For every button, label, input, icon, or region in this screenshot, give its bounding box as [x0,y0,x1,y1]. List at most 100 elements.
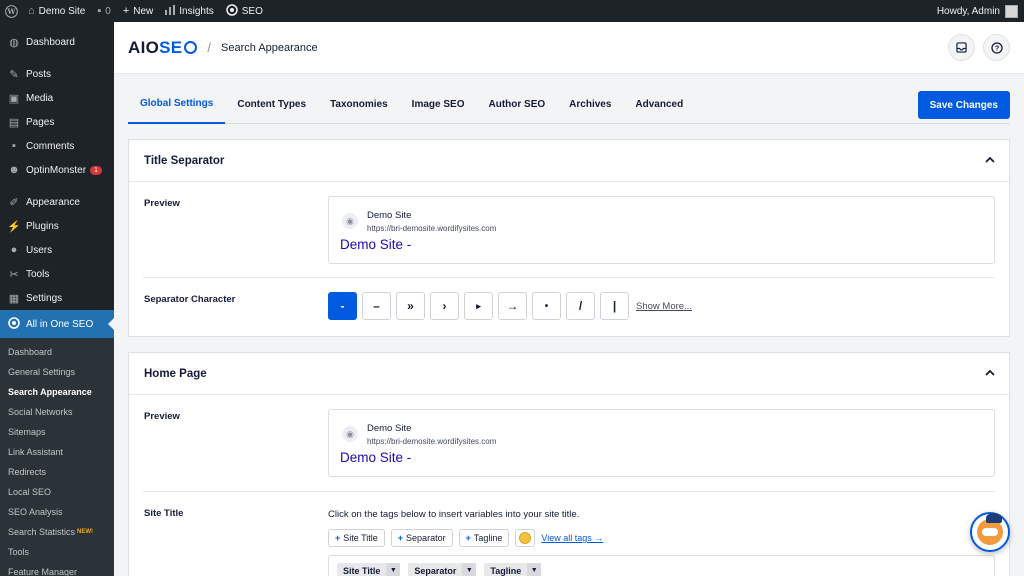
view-all-tags-link[interactable]: View all tags → [541,533,603,543]
submenu-search-statistics[interactable]: Search Statistics NEW! [0,522,114,542]
sidebar-item-label: Media [26,92,54,104]
notifications-button[interactable] [948,34,975,61]
separator-option-arrow[interactable]: → [498,292,527,320]
comment-icon: ▪ [12,140,16,152]
separator-option-double-angle[interactable]: » [396,292,425,320]
sidebar-item-settings[interactable]: ▦ Settings [0,286,114,310]
home-preview-row: Preview ◉ Demo Site https://bri-demosite… [143,395,995,492]
adminbar-comments-link[interactable]: ▪ 0 [91,0,116,22]
emoji-picker-button[interactable] [515,529,536,547]
separator-option-bullet[interactable]: • [532,292,561,320]
notification-badge: 1 [90,165,102,175]
tab-image-seo[interactable]: Image SEO [400,86,477,124]
adminbar-seo-label: SEO [241,5,263,17]
tab-archives[interactable]: Archives [557,86,623,124]
submenu-search-appearance[interactable]: Search Appearance [0,382,114,402]
help-icon: ? [990,41,1003,54]
sidebar-item-optinmonster[interactable]: ☻ OptinMonster 1 [0,158,114,182]
help-button[interactable]: ? [983,34,1010,61]
show-more-link[interactable]: Show More... [636,301,692,312]
submenu-label: Search Statistics [8,527,76,537]
aioseo-submenu: Dashboard General Settings Search Appear… [0,338,114,576]
add-site-title-tag-button[interactable]: + Site Title [328,529,385,547]
chip-label: Site Title [343,565,381,576]
separator-options: - – » › ▸ → • / | Show More... [328,292,692,320]
sidebar-item-posts[interactable]: ✎ Posts [0,62,114,86]
submenu-general-settings[interactable]: General Settings [0,362,114,382]
adminbar-site-link[interactable]: ⌂ Demo Site [22,0,91,22]
separator-option-dash[interactable]: - [328,292,357,320]
submenu-tools[interactable]: Tools [0,542,114,562]
sidebar-item-tools[interactable]: ✂ Tools [0,262,114,286]
chip-tagline[interactable]: Tagline ▼ [484,563,542,576]
help-mascot-button[interactable] [970,512,1010,552]
sidebar-item-all-in-one-seo[interactable]: All in One SEO [0,310,114,338]
home-page-header[interactable]: Home Page [129,353,1009,395]
chevron-down-icon[interactable]: ▼ [386,563,401,576]
main-content: AIO SE / Search Appearance ? Global Setti… [114,22,1024,576]
chip-site-title[interactable]: Site Title ▼ [337,563,401,576]
save-changes-button[interactable]: Save Changes [917,91,1010,119]
tag-label: Site Title [343,533,378,543]
chevron-down-icon[interactable]: ▼ [462,563,477,576]
sidebar-item-media[interactable]: ▣ Media [0,86,114,110]
admin-sidebar: ◍ Dashboard ✎ Posts ▣ Media ▤ Pages ▪ Comment… [0,22,114,576]
separator-option-slash[interactable]: / [566,292,595,320]
submenu-local-seo[interactable]: Local SEO [0,482,114,502]
chip-label: Separator [414,565,457,576]
card-title: Title Separator [144,154,225,167]
sidebar-item-pages[interactable]: ▤ Pages [0,110,114,134]
submenu-seo-analysis[interactable]: SEO Analysis [0,502,114,522]
site-title-row: Site Title Click on the tags below to in… [143,492,995,576]
submenu-sitemaps[interactable]: Sitemaps [0,422,114,442]
plus-icon: + [397,533,404,543]
adminbar-account[interactable]: Howdy, Admin [937,4,1024,18]
add-tagline-tag-button[interactable]: + Tagline [458,529,510,547]
tag-label: Separator [406,533,446,543]
sidebar-item-dashboard[interactable]: ◍ Dashboard [0,30,114,54]
wordpress-logo-icon[interactable]: W [0,0,22,22]
preview-site-name: Demo Site [367,423,412,434]
sidebar-item-plugins[interactable]: ⚡ Plugins [0,214,114,238]
sidebar-item-appearance[interactable]: ✐ Appearance [0,190,114,214]
plus-icon: + [122,5,130,17]
tab-content-types[interactable]: Content Types [225,86,318,124]
separator-option-triangle[interactable]: ▸ [464,292,493,320]
tab-advanced[interactable]: Advanced [623,86,695,124]
chevron-up-icon[interactable] [985,368,995,379]
submenu-link-assistant[interactable]: Link Assistant [0,442,114,462]
serp-preview: ◉ Demo Site https://bri-demosite.wordify… [328,409,995,477]
tab-taxonomies[interactable]: Taxonomies [318,86,400,124]
adminbar-seo-link[interactable]: SEO [220,0,269,22]
tag-label: Tagline [473,533,503,543]
tag-chips: Site Title ▼ Separator ▼ Tagline ▼ [337,563,542,576]
submenu-feature-manager[interactable]: Feature Manager [0,562,114,576]
separator-option-single-angle[interactable]: › [430,292,459,320]
chevron-up-icon[interactable] [985,155,995,166]
separator-label: Separator Character [144,294,236,305]
tab-global-settings[interactable]: Global Settings [128,86,226,124]
separator-option-en-dash[interactable]: – [362,292,391,320]
submenu-social-networks[interactable]: Social Networks [0,402,114,422]
site-title-editor[interactable]: Site Title ▼ Separator ▼ Tagline ▼ [328,555,995,576]
tags-hint-text: Click on the tags below to insert variab… [328,509,580,520]
plus-icon: + [465,533,471,543]
separator-option-pipe[interactable]: | [600,292,629,320]
submenu-redirects[interactable]: Redirects [0,462,114,482]
adminbar-new-link[interactable]: + New [117,0,159,22]
logo-text: AIO [128,37,160,57]
chevron-down-icon[interactable]: ▼ [527,563,542,576]
globe-icon: ◉ [342,213,358,229]
chip-separator[interactable]: Separator ▼ [408,563,477,576]
adminbar-insights-link[interactable]: Insights [159,0,219,22]
tab-author-seo[interactable]: Author SEO [476,86,557,124]
preview-url: https://bri-demosite.wordifysites.com [367,224,497,233]
title-separator-header[interactable]: Title Separator [129,140,1009,182]
sidebar-item-comments[interactable]: ▪ Comments [0,134,114,158]
chip-label: Tagline [490,565,522,576]
sidebar-item-users[interactable]: ● Users [0,238,114,262]
add-separator-tag-button[interactable]: + Separator [390,529,453,547]
sidebar-item-label: Comments [26,140,75,152]
site-title-label: Site Title [144,508,184,519]
submenu-dashboard[interactable]: Dashboard [0,342,114,362]
